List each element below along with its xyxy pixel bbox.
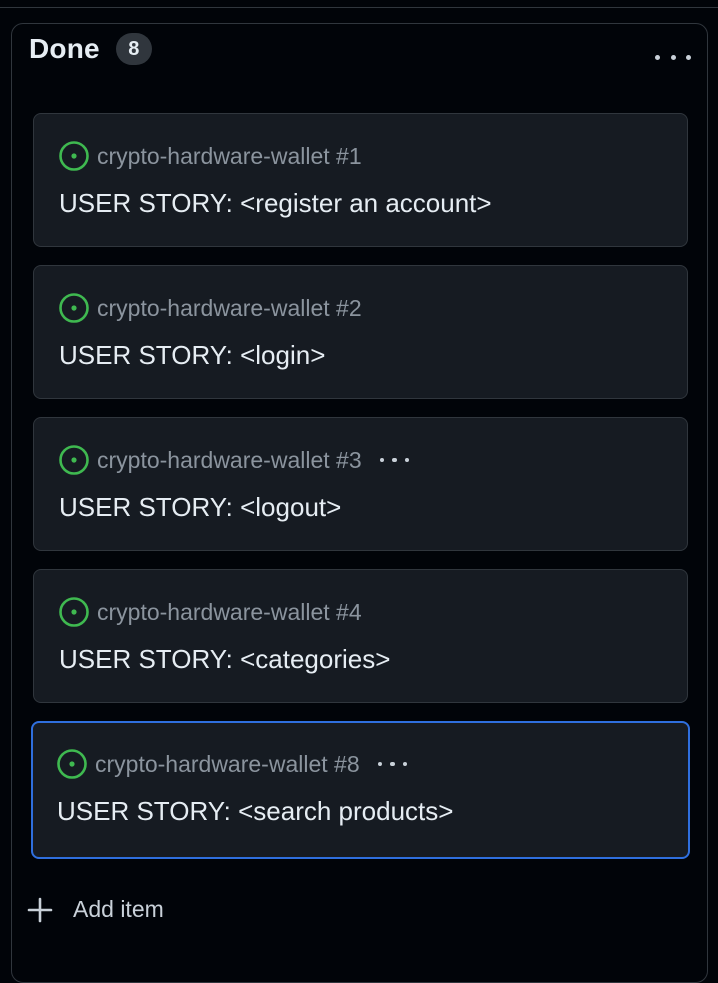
issue-reference[interactable]: crypto-hardware-wallet #4	[97, 599, 362, 626]
plus-icon	[27, 897, 53, 922]
issue-card[interactable]: crypto-hardware-wallet #4 USER STORY: <c…	[33, 569, 688, 703]
card-menu-button[interactable]	[376, 754, 410, 774]
menu-dot	[392, 457, 397, 463]
column-header: Done 8	[29, 33, 152, 65]
issue-reference[interactable]: crypto-hardware-wallet #2	[97, 295, 362, 322]
menu-dot	[404, 457, 410, 463]
add-item-label: Add item	[73, 896, 164, 922]
menu-dot	[390, 761, 395, 767]
card-meta: crypto-hardware-wallet #8	[56, 747, 409, 781]
column-title: Done	[29, 33, 100, 64]
issue-open-icon	[59, 597, 89, 627]
issue-card[interactable]: crypto-hardware-wallet #3 USER STORY: <l…	[33, 417, 688, 551]
card-meta: crypto-hardware-wallet #1	[58, 139, 362, 173]
issue-title[interactable]: USER STORY: <login>	[59, 340, 325, 371]
issue-title[interactable]: USER STORY: <register an account>	[59, 188, 492, 219]
card-meta: crypto-hardware-wallet #4	[58, 595, 362, 629]
issue-title[interactable]: USER STORY: <search products>	[57, 796, 453, 827]
card-meta: crypto-hardware-wallet #2	[58, 291, 362, 325]
issue-card[interactable]: crypto-hardware-wallet #2 USER STORY: <l…	[33, 265, 688, 399]
issue-card-selected[interactable]: crypto-hardware-wallet #8 USER STORY: <s…	[31, 721, 690, 859]
column-item-count: 8	[115, 33, 152, 65]
issue-open-icon	[59, 445, 89, 475]
issue-open-icon	[57, 749, 87, 779]
issue-title[interactable]: USER STORY: <logout>	[59, 492, 341, 523]
kebab-horizontal-icon	[655, 54, 660, 60]
issue-title[interactable]: USER STORY: <categories>	[59, 644, 390, 675]
menu-dot	[686, 54, 691, 60]
issue-card[interactable]: crypto-hardware-wallet #1 USER STORY: <r…	[33, 113, 688, 247]
column-menu-button[interactable]	[655, 46, 691, 68]
issue-reference[interactable]: crypto-hardware-wallet #8	[95, 751, 360, 778]
issue-reference[interactable]: crypto-hardware-wallet #1	[97, 143, 362, 170]
menu-dot	[402, 761, 408, 767]
issue-open-icon	[59, 141, 89, 171]
card-menu-button[interactable]	[378, 450, 412, 470]
issue-reference[interactable]: crypto-hardware-wallet #3	[97, 447, 362, 474]
kebab-horizontal-icon	[377, 761, 383, 767]
kebab-horizontal-icon	[379, 457, 385, 463]
card-meta: crypto-hardware-wallet #3	[58, 443, 411, 477]
add-item-button[interactable]: Add item	[27, 896, 164, 923]
menu-dot	[670, 54, 676, 60]
issue-open-icon	[59, 293, 89, 323]
top-divider	[0, 0, 718, 8]
